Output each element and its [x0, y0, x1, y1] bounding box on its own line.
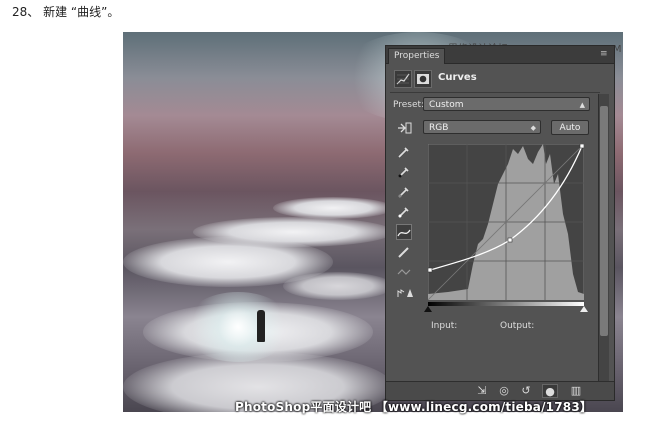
channel-dropdown[interactable]: RGB ◆	[423, 120, 541, 134]
pencil-icon[interactable]	[396, 244, 412, 260]
preset-dropdown[interactable]: Custom ▲	[423, 97, 590, 111]
output-label: Output:	[500, 321, 535, 331]
input-label: Input:	[431, 321, 458, 331]
panel-title: Curves	[438, 72, 477, 83]
visibility-eye-icon[interactable]: ●	[542, 384, 558, 398]
eyedropper-black-icon[interactable]	[396, 164, 412, 180]
eyedropper-sample-icon[interactable]	[396, 144, 412, 160]
gradient-bar	[428, 302, 584, 306]
scrollbar[interactable]	[598, 94, 609, 384]
curves-graph[interactable]	[428, 144, 584, 300]
white-point-slider[interactable]	[580, 306, 588, 312]
caption: 28、 新建 “曲线”。	[12, 5, 120, 19]
layer-mask-icon[interactable]	[414, 70, 432, 88]
auto-button[interactable]: Auto	[551, 120, 589, 135]
watermark-bottom: PhotoShop平面设计吧 【www.linecg.com/tieba/178…	[235, 400, 593, 414]
delete-icon[interactable]: ▥	[568, 384, 584, 398]
properties-panel: Properties ≡ Curves Preset: Custom ▲ RGB…	[385, 45, 615, 401]
curve-point	[579, 144, 584, 149]
tab-properties[interactable]: Properties	[388, 48, 446, 64]
black-point-slider[interactable]	[424, 306, 432, 312]
preset-value: Custom	[429, 100, 464, 110]
curve-point-icon[interactable]	[396, 224, 412, 240]
person-silhouette	[257, 310, 265, 342]
view-previous-icon[interactable]: ◎	[496, 384, 512, 398]
clip-to-layer-icon[interactable]: ⇲	[474, 384, 490, 398]
panel-tab-bar: Properties ≡	[386, 46, 614, 64]
clipping-warning-icon[interactable]	[396, 284, 413, 300]
eyedropper-gray-icon[interactable]	[396, 184, 412, 200]
eyedropper-white-icon[interactable]	[396, 204, 412, 220]
panel-menu-icon[interactable]: ≡	[600, 49, 610, 59]
dropdown-arrow-icon: ▲	[579, 101, 585, 109]
preset-label: Preset:	[393, 100, 425, 110]
reset-icon[interactable]: ↺	[518, 384, 534, 398]
divider	[390, 92, 600, 93]
on-image-adjust-icon[interactable]	[395, 120, 412, 136]
curve-point	[507, 237, 513, 243]
adjustment-curves-icon[interactable]	[394, 70, 412, 88]
smooth-icon[interactable]	[396, 264, 412, 280]
channel-value: RGB	[429, 123, 449, 133]
scrollbar-thumb[interactable]	[600, 106, 608, 336]
dropdown-arrow-icon: ◆	[530, 124, 536, 132]
curve-point	[428, 267, 433, 273]
